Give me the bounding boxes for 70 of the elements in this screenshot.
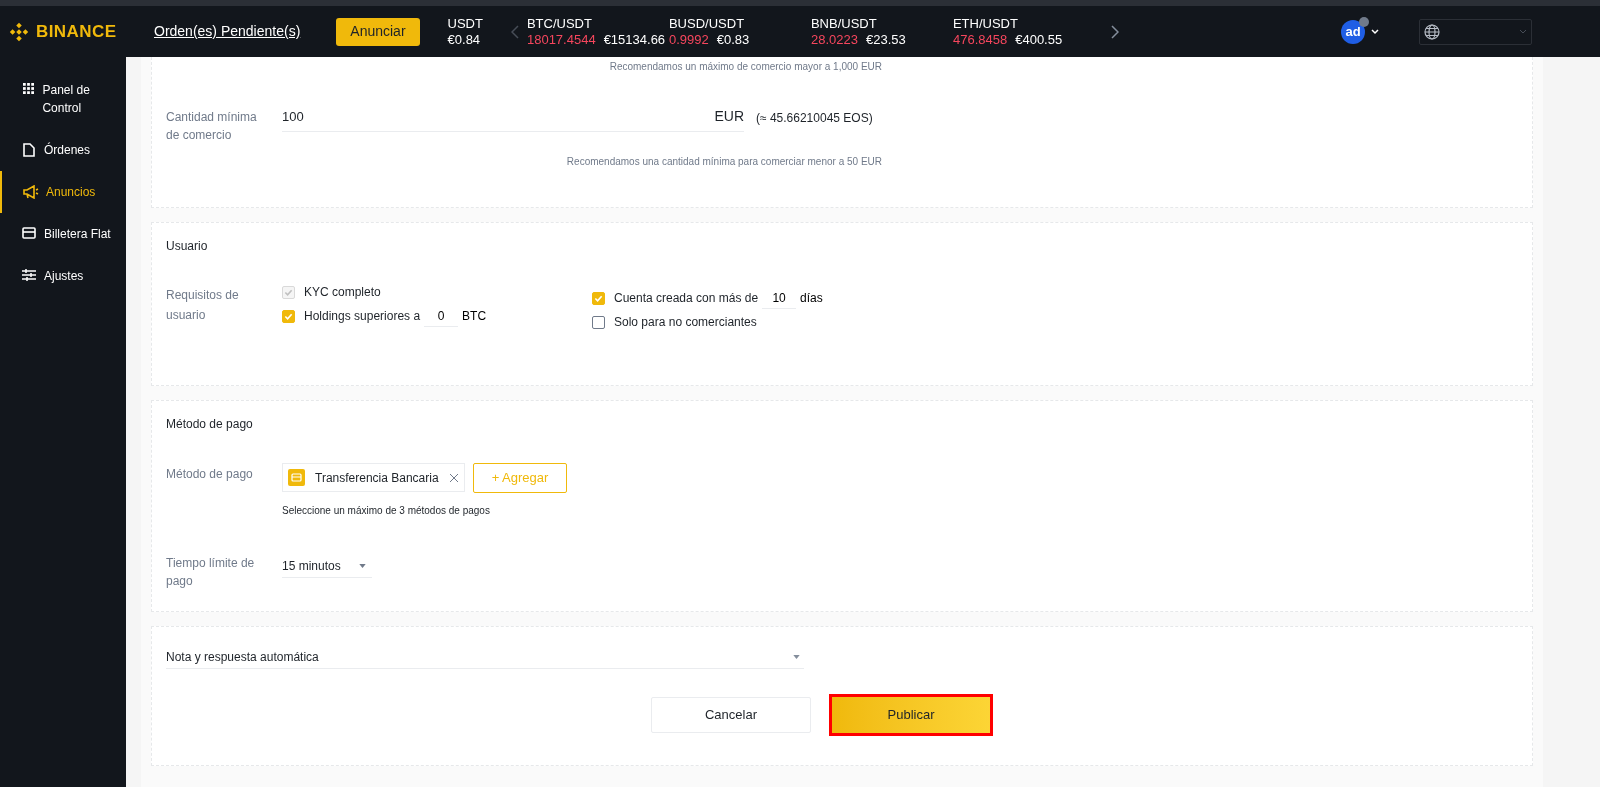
chevron-left-icon[interactable] xyxy=(510,24,519,39)
number-field[interactable]: 10 xyxy=(762,287,797,309)
checkbox-label: Cuenta creada con más de xyxy=(614,290,759,307)
field-label: Requisitos de usuario xyxy=(166,287,240,324)
sidebar-item[interactable]: Billetera Flat xyxy=(0,213,126,255)
status-badge-icon xyxy=(1359,16,1369,27)
note-dropdown[interactable]: Nota y respuesta automática xyxy=(166,645,804,669)
checkbox[interactable] xyxy=(592,291,605,305)
unit-label: BTC xyxy=(462,308,487,325)
document-icon xyxy=(23,143,35,157)
sidebar-item[interactable]: Ajustes xyxy=(0,255,126,297)
field-label: Método de pago xyxy=(166,466,254,483)
globe-icon xyxy=(1424,23,1440,40)
min-amount-field[interactable]: 100 EUR xyxy=(282,102,744,132)
checkmark-icon xyxy=(284,287,293,297)
currency-label: EUR xyxy=(714,107,744,126)
avatar[interactable]: ad xyxy=(1341,19,1365,44)
field-label: Cantidad mínima de comercio xyxy=(166,109,258,144)
section-title: Usuario xyxy=(166,238,209,255)
number-field[interactable]: 0 xyxy=(424,305,459,327)
logo-icon xyxy=(8,20,30,43)
bank-card-icon xyxy=(288,469,305,486)
payment-method-tag[interactable]: Transferencia Bancaria xyxy=(282,463,465,492)
time-limit-dropdown[interactable]: 15 minutos xyxy=(282,554,372,578)
publish-button[interactable]: Publicar xyxy=(829,694,993,736)
close-icon[interactable] xyxy=(448,472,459,483)
checkbox[interactable] xyxy=(592,315,605,329)
caret-icon[interactable] xyxy=(1371,28,1379,35)
sliders-icon xyxy=(22,269,36,281)
hint-text: Recomendamos un máximo de comercio mayor a 1,000 EUR xyxy=(609,61,882,72)
checkbox[interactable] xyxy=(282,309,295,323)
checkbox-label: Holdings superiores a xyxy=(304,308,421,325)
wallet-icon xyxy=(22,227,36,239)
ticker-pair: ETH/USDT xyxy=(952,15,1019,32)
ticker-fiat-price: €400.55 xyxy=(1015,31,1063,48)
ticker-pair: BNB/USDT xyxy=(810,15,878,32)
sidebar-item[interactable]: Panel de Control xyxy=(0,69,126,129)
ticker-price: 476.8458 xyxy=(952,31,1008,48)
grid-icon xyxy=(22,83,34,94)
section-title: Método de pago xyxy=(166,416,254,433)
field-label: Tiempo límite de pago xyxy=(166,555,256,590)
ticker-price: 0.9992 xyxy=(668,31,709,48)
pending-orders-link[interactable]: Orden(es) Pendiente(s) xyxy=(154,21,301,42)
unit-label: días xyxy=(800,290,823,307)
ticker-price: 28.0223 xyxy=(810,31,858,48)
caret-icon xyxy=(359,563,366,568)
megaphone-icon xyxy=(23,185,39,199)
ticker-pair: USDT xyxy=(447,15,483,32)
caret-icon xyxy=(1519,29,1527,34)
ticker-price: 18017.4544 xyxy=(526,31,596,48)
chevron-right-icon[interactable] xyxy=(1110,24,1119,39)
ticker-fiat-price: €0.84 xyxy=(447,31,481,48)
ticker-fiat-price: €23.53 xyxy=(865,31,906,48)
checkmark-icon xyxy=(284,311,293,321)
brand-name: BINANCE xyxy=(36,20,117,43)
checkmark-icon xyxy=(594,293,603,303)
cancel-button[interactable]: Cancelar xyxy=(651,697,811,733)
sidebar-item[interactable]: Órdenes xyxy=(0,129,126,171)
checkbox-label: Solo para no comerciantes xyxy=(614,314,757,331)
field-value: 100 xyxy=(282,107,304,126)
ticker-pair: BUSD/USDT xyxy=(668,15,746,32)
conversion-text: (≈ 45.66210045 EOS) xyxy=(756,110,873,127)
ticker-pair: BTC/USDT xyxy=(526,15,593,32)
ticker-fiat-price: €15134.66 xyxy=(603,31,666,48)
checkbox-label: KYC completo xyxy=(304,284,381,301)
ticker-fiat-price: €0.83 xyxy=(716,31,750,48)
hint-text: Recomendamos una cantidad mínima para comerciar menor a 50 EUR xyxy=(566,156,882,167)
hint-text: Seleccione un máximo de 3 métodos de pagos xyxy=(282,504,491,518)
language-selector[interactable] xyxy=(1419,18,1532,45)
announce-button[interactable]: Anunciar xyxy=(336,17,420,46)
